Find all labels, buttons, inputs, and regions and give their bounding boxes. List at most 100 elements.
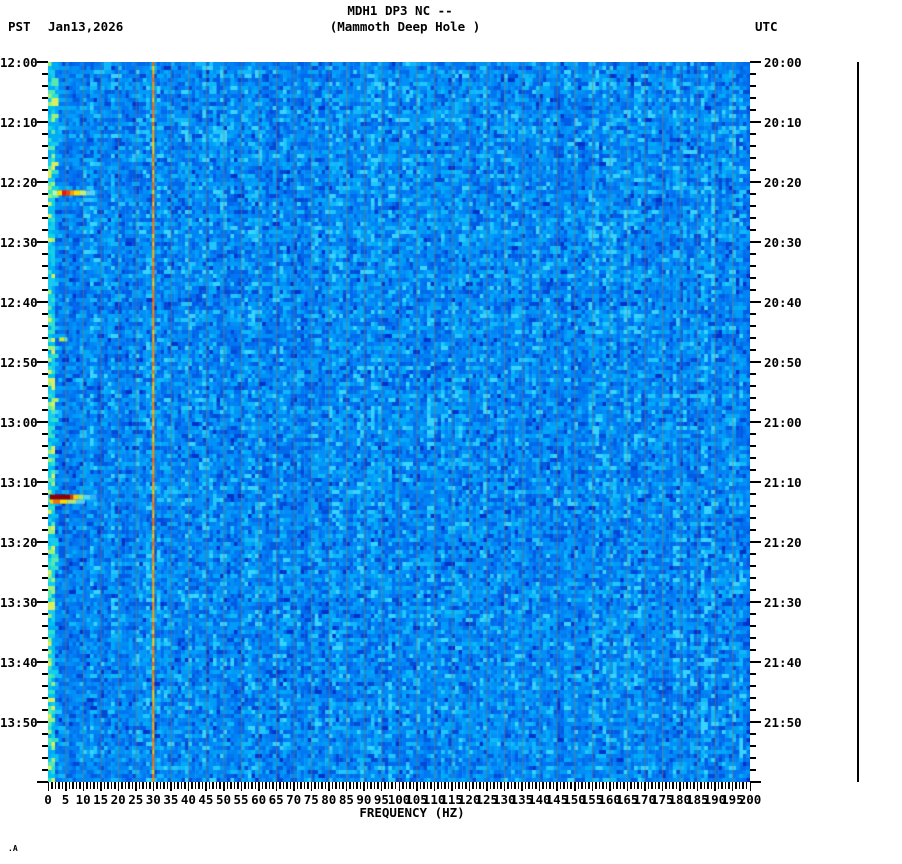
- tick: [269, 782, 271, 789]
- tick: [546, 782, 548, 789]
- tick: [750, 517, 756, 519]
- tick: [707, 782, 709, 789]
- tick: [644, 782, 646, 791]
- tick: [128, 782, 130, 789]
- tick: [42, 325, 48, 327]
- tick: [314, 782, 316, 789]
- tick: [300, 782, 302, 789]
- tick: [72, 782, 74, 789]
- right-axis-tick-label: 20:20: [764, 176, 809, 189]
- tick: [42, 265, 48, 267]
- tick: [37, 661, 48, 663]
- right-axis-tick-label: 21:20: [764, 536, 809, 549]
- tick: [42, 469, 48, 471]
- amplitude-scale-bar: [857, 62, 859, 782]
- tick: [37, 781, 48, 783]
- tick: [132, 782, 134, 789]
- tick: [265, 782, 267, 789]
- tick: [750, 769, 756, 771]
- tick: [262, 782, 264, 789]
- tick: [42, 493, 48, 495]
- tick: [507, 782, 509, 789]
- tick: [184, 782, 186, 789]
- tick: [750, 565, 756, 567]
- tick: [325, 782, 327, 789]
- tick: [662, 782, 664, 791]
- tick: [750, 181, 761, 183]
- tick: [602, 782, 604, 789]
- tick: [472, 782, 474, 789]
- tick: [342, 782, 344, 789]
- left-axis-tick-label: 12:40: [0, 296, 37, 309]
- tick: [223, 782, 225, 791]
- spectrogram-page: MDH1 DP3 NC -- (Mammoth Deep Hole ) PST …: [0, 0, 902, 864]
- tick: [37, 61, 48, 63]
- tick: [750, 145, 756, 147]
- left-axis-tick-label: 13:10: [0, 476, 37, 489]
- tick: [750, 781, 761, 783]
- tick: [750, 577, 756, 579]
- tick: [750, 85, 756, 87]
- tick: [307, 782, 309, 789]
- tick: [42, 733, 48, 735]
- tick: [367, 782, 369, 789]
- tick: [339, 782, 341, 789]
- tick: [563, 782, 565, 789]
- tick: [518, 782, 520, 789]
- tick: [655, 782, 657, 789]
- timezone-left-label: PST: [8, 20, 31, 33]
- tick: [750, 229, 756, 231]
- tick: [750, 505, 756, 507]
- tick: [585, 782, 587, 789]
- tick: [363, 782, 365, 791]
- tick: [146, 782, 148, 789]
- left-axis-tick-label: 13:40: [0, 656, 37, 669]
- tick: [750, 169, 756, 171]
- tick: [451, 782, 453, 791]
- tick: [750, 313, 756, 315]
- tick: [42, 397, 48, 399]
- tick: [69, 782, 71, 789]
- tick: [665, 782, 667, 789]
- tick: [750, 397, 756, 399]
- tick: [42, 169, 48, 171]
- tick: [230, 782, 232, 789]
- tick: [42, 229, 48, 231]
- tick: [693, 782, 695, 789]
- tick: [283, 782, 285, 789]
- tick: [42, 613, 48, 615]
- tick: [377, 782, 379, 789]
- tick: [732, 782, 734, 791]
- tick: [750, 325, 756, 327]
- tick: [170, 782, 172, 791]
- tick: [750, 685, 756, 687]
- tick: [486, 782, 488, 791]
- tick: [100, 782, 102, 791]
- tick: [399, 782, 401, 791]
- plot-title: MDH1 DP3 NC --: [0, 4, 800, 17]
- tick: [750, 265, 756, 267]
- tick: [595, 782, 597, 789]
- right-axis-tick-label: 21:50: [764, 716, 809, 729]
- tick: [212, 782, 214, 789]
- tick: [676, 782, 678, 789]
- tick: [658, 782, 660, 789]
- right-axis-tick-label: 20:30: [764, 236, 809, 249]
- tick: [258, 782, 260, 791]
- tick: [402, 782, 404, 789]
- tick: [286, 782, 288, 789]
- tick: [328, 782, 330, 791]
- tick: [528, 782, 530, 789]
- tick: [651, 782, 653, 789]
- tick: [42, 253, 48, 255]
- tick: [42, 505, 48, 507]
- tick: [521, 782, 523, 791]
- tick: [539, 782, 541, 791]
- tick: [750, 373, 756, 375]
- tick: [311, 782, 313, 791]
- tick: [42, 73, 48, 75]
- tick: [395, 782, 397, 789]
- tick: [750, 193, 756, 195]
- tick: [42, 349, 48, 351]
- tick: [750, 757, 756, 759]
